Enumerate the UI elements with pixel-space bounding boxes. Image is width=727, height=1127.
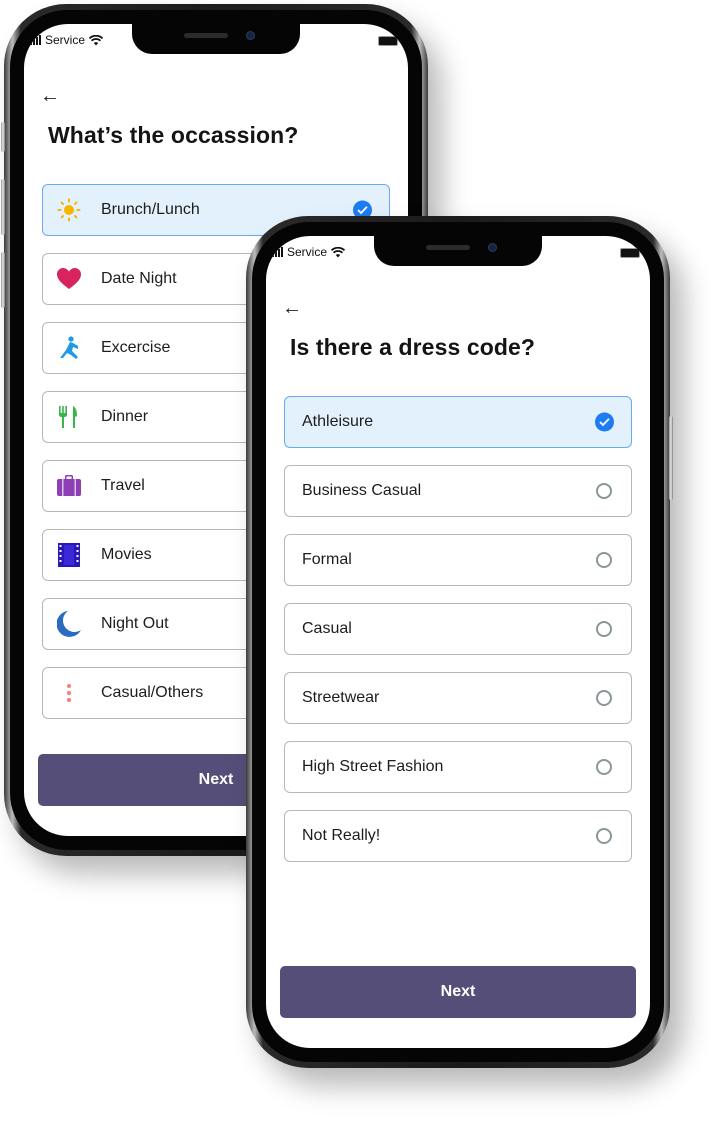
- status-bar: Service: [30, 33, 104, 47]
- exercise-icon: [57, 336, 81, 360]
- option-label: Athleisure: [302, 413, 374, 430]
- option-label: Casual: [302, 620, 352, 637]
- radio-icon[interactable]: [596, 552, 612, 568]
- radio-icon[interactable]: [596, 483, 612, 499]
- camera-icon: [246, 31, 255, 40]
- carrier-label: Service: [287, 245, 328, 259]
- option-label: Excercise: [101, 339, 171, 356]
- option-label: Streetwear: [302, 689, 380, 706]
- battery-icon: [378, 36, 398, 46]
- film-icon: [57, 543, 81, 567]
- option-label: Formal: [302, 551, 352, 568]
- wifi-icon: [331, 246, 346, 257]
- option-business-casual[interactable]: Business Casual: [284, 465, 632, 517]
- option-label: Travel: [101, 477, 145, 494]
- signal-icon: [30, 35, 41, 45]
- radio-icon[interactable]: [596, 690, 612, 706]
- arrow-left-icon[interactable]: ←: [40, 86, 60, 106]
- option-label: Dinner: [101, 408, 149, 425]
- radio-icon[interactable]: [596, 759, 612, 775]
- option-high-street-fashion[interactable]: High Street Fashion: [284, 741, 632, 793]
- option-streetwear[interactable]: Streetwear: [284, 672, 632, 724]
- notch: [374, 236, 542, 266]
- page-title: What’s the occassion?: [48, 122, 299, 148]
- option-label: Brunch/Lunch: [101, 201, 200, 218]
- moon-icon: [57, 611, 81, 637]
- wifi-icon: [89, 34, 104, 45]
- option-label: Casual/Others: [101, 684, 204, 701]
- option-label: Movies: [101, 546, 152, 563]
- sun-icon: [57, 198, 81, 222]
- dress-code-list: Athleisure Business Casual Formal Casual…: [284, 396, 632, 879]
- battery-icon: [620, 248, 640, 258]
- option-label: Business Casual: [302, 482, 422, 499]
- option-label: High Street Fashion: [302, 758, 444, 775]
- dress-code-screen: Service ← Is there a dress code? Athleis…: [266, 236, 650, 1048]
- volume-down-button: [1, 252, 5, 308]
- next-button[interactable]: Next: [280, 966, 636, 1018]
- fork-knife-icon: [57, 405, 81, 429]
- dots-vertical-icon: [57, 681, 81, 705]
- option-athleisure[interactable]: Athleisure: [284, 396, 632, 448]
- radio-icon[interactable]: [596, 828, 612, 844]
- option-not-really[interactable]: Not Really!: [284, 810, 632, 862]
- power-button: [669, 416, 673, 500]
- check-icon: [595, 412, 614, 432]
- volume-up-button: [1, 179, 5, 235]
- phone-dress-code: Service ← Is there a dress code? Athleis…: [246, 216, 673, 1068]
- option-label: Not Really!: [302, 827, 381, 844]
- option-label: Night Out: [101, 615, 169, 632]
- carrier-label: Service: [45, 33, 86, 47]
- mute-switch: [1, 122, 5, 152]
- option-casual[interactable]: Casual: [284, 603, 632, 655]
- option-formal[interactable]: Formal: [284, 534, 632, 586]
- option-label: Date Night: [101, 270, 177, 287]
- status-bar: Service: [272, 245, 346, 259]
- radio-icon[interactable]: [596, 621, 612, 637]
- heart-icon: [57, 267, 81, 291]
- camera-icon: [488, 243, 497, 252]
- suitcase-icon: [57, 474, 81, 498]
- signal-icon: [272, 247, 283, 257]
- notch: [132, 24, 300, 54]
- page-title: Is there a dress code?: [290, 334, 536, 360]
- arrow-left-icon[interactable]: ←: [282, 298, 302, 318]
